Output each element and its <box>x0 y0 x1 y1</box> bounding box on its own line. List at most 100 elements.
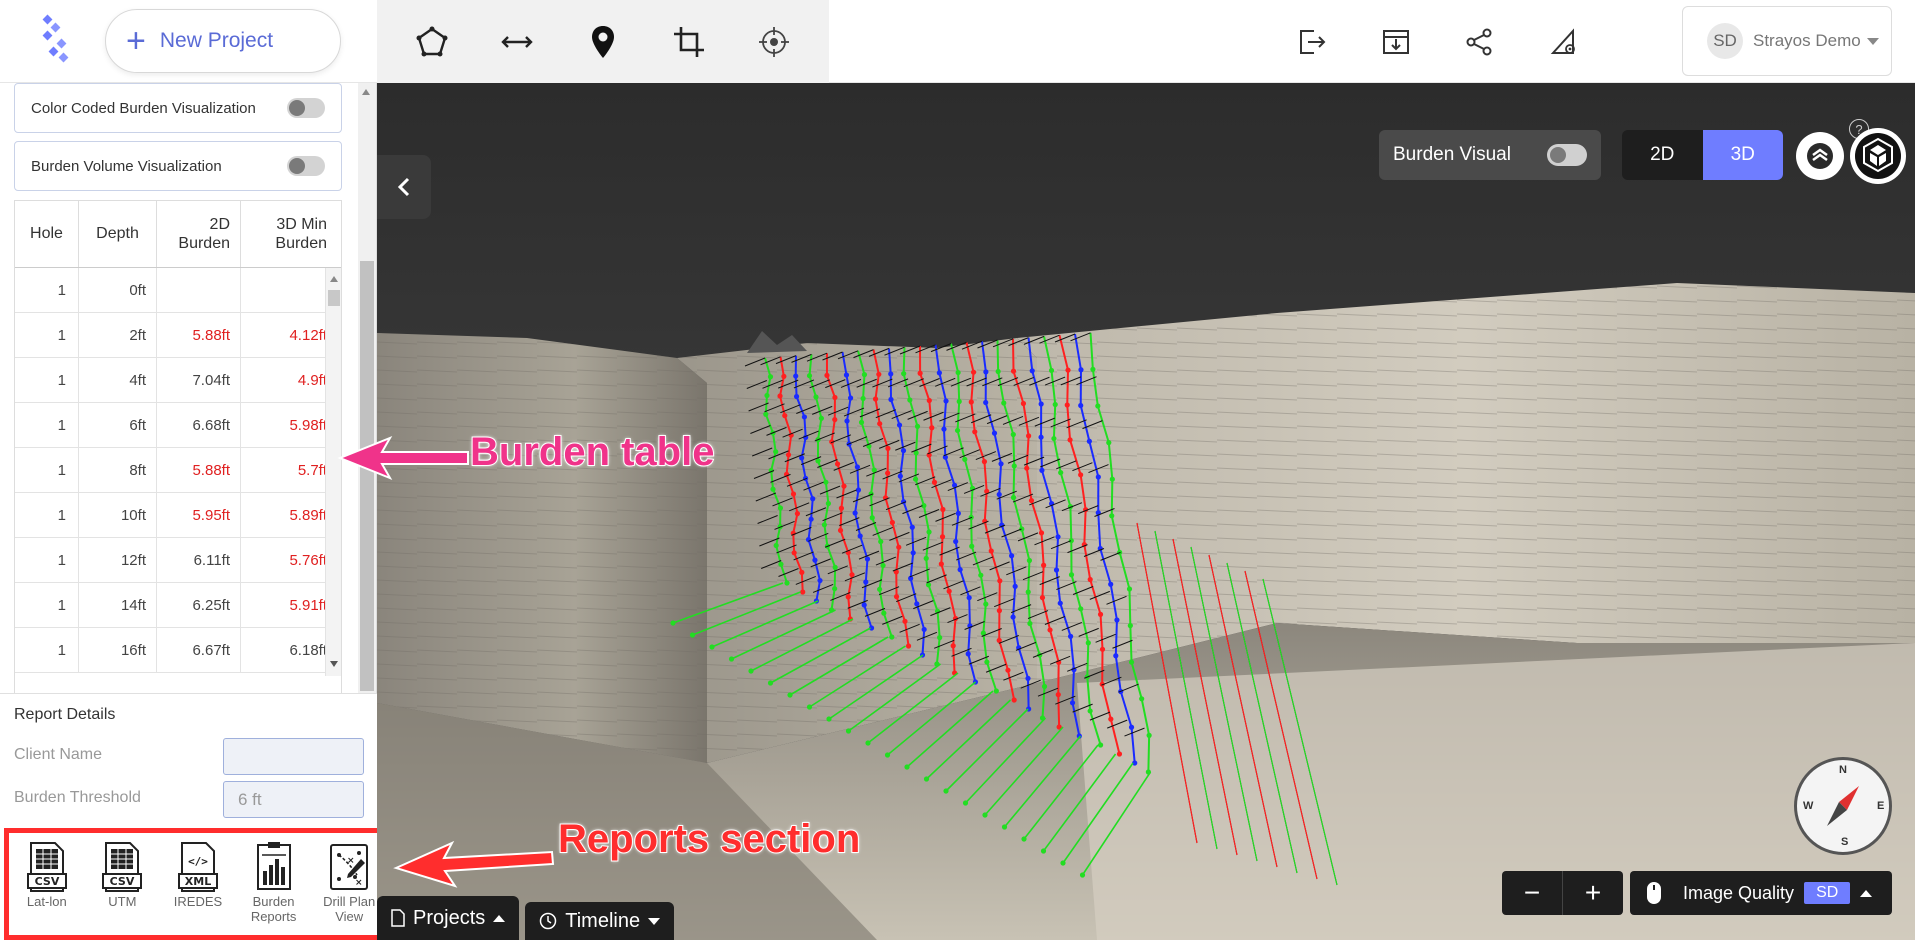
chevron-down-icon <box>1866 37 1879 45</box>
view-2d-button[interactable]: 2D <box>1622 130 1703 180</box>
client-name-label: Client Name <box>14 746 103 763</box>
drill-plan-icon: ×× <box>330 844 369 890</box>
table-header: Hole Depth 2D Burden 3D Min Burden <box>15 201 341 268</box>
new-project-label: New Project <box>159 29 274 52</box>
csv-file-icon: CSV <box>26 842 67 892</box>
burden-visual-switch[interactable] <box>1547 144 1587 166</box>
reports-section-annotation: Reports section <box>557 816 861 862</box>
crop-icon[interactable] <box>665 18 713 66</box>
cell-hole: 1 <box>15 313 79 357</box>
projects-tab[interactable]: Projects <box>377 896 520 940</box>
scroll-down-icon[interactable] <box>330 661 338 667</box>
cell-depth: 8ft <box>79 448 157 492</box>
quarry-3d-model[interactable] <box>377 83 1915 940</box>
zoom-in-button[interactable]: + <box>1563 871 1623 915</box>
burden-threshold-label: Burden Threshold <box>14 789 141 806</box>
table-row[interactable]: 1 14ft 6.25ft 5.91ft <box>15 583 341 628</box>
table-row[interactable]: 1 0ft <box>15 268 341 313</box>
measure-icon[interactable] <box>493 18 541 66</box>
color-coded-burden-switch[interactable] <box>287 98 325 118</box>
cell-2d-burden: 6.68ft <box>157 403 241 447</box>
col-2d-burden[interactable]: 2D Burden <box>157 201 241 267</box>
chevron-up-icon <box>1860 890 1873 897</box>
table-scrollbar[interactable] <box>325 268 341 676</box>
table-body: 1 0ft 1 2ft 5.88ft 4.12ft 1 4ft 7.04ft 4.9ft 1 6ft 6… <box>15 268 341 754</box>
plus-icon: + <box>126 22 146 60</box>
table-row[interactable]: 1 16ft 6.67ft 6.18ft <box>15 628 341 673</box>
report-label: Burden Reports <box>250 894 297 924</box>
clock-icon <box>540 912 557 930</box>
svg-text:×: × <box>347 856 355 866</box>
view-mode-toggle: 2D 3D <box>1622 130 1783 180</box>
table-row[interactable]: 1 10ft 5.95ft 5.89ft <box>15 493 341 538</box>
chevron-up-icon <box>493 914 506 922</box>
zoom-out-button[interactable]: − <box>1502 871 1563 915</box>
cell-2d-burden: 7.04ft <box>157 358 241 402</box>
scroll-up-icon[interactable] <box>330 276 338 282</box>
3d-viewport[interactable]: Burden Visual 2D 3D ? N S E W Projects T… <box>377 83 1915 940</box>
document-icon <box>391 909 405 927</box>
cell-2d-burden: 5.88ft <box>157 448 241 492</box>
table-row[interactable]: 1 2ft 5.88ft 4.12ft <box>15 313 341 358</box>
col-hole[interactable]: Hole <box>15 201 79 267</box>
scroll-up-icon[interactable] <box>362 89 370 95</box>
cell-depth: 2ft <box>79 313 157 357</box>
target-icon[interactable] <box>750 18 798 66</box>
table-scroll-thumb[interactable] <box>328 290 340 306</box>
share-icon[interactable] <box>1458 20 1502 64</box>
cell-2d-burden: 6.67ft <box>157 628 241 672</box>
col-depth[interactable]: Depth <box>79 201 157 267</box>
export-icon[interactable] <box>1290 20 1334 64</box>
cell-2d-burden <box>157 268 241 312</box>
burden-table: Hole Depth 2D Burden 3D Min Burden 1 0ft 1… <box>14 200 342 755</box>
report-iredes-button[interactable]: </> XML IREDES <box>162 841 234 910</box>
table-row[interactable]: 1 12ft 6.11ft 5.76ft <box>15 538 341 583</box>
cell-depth: 12ft <box>79 538 157 582</box>
report-utm-button[interactable]: CSV UTM <box>86 841 158 910</box>
pin-icon[interactable] <box>579 18 627 66</box>
table-row[interactable]: 1 4ft 7.04ft 4.9ft <box>15 358 341 403</box>
chevron-down-icon <box>648 917 661 925</box>
table-row[interactable]: 1 8ft 5.88ft 5.7ft <box>15 448 341 493</box>
report-burden-reports-button[interactable]: Burden Reports <box>238 841 310 925</box>
client-name-input[interactable] <box>223 738 364 775</box>
cell-depth: 6ft <box>79 403 157 447</box>
user-menu[interactable]: SD Strayos Demo <box>1682 6 1892 76</box>
color-coded-burden-toggle-card: Color Coded Burden Visualization <box>14 83 342 133</box>
image-quality-selector[interactable]: Image Quality SD <box>1669 871 1892 915</box>
navigation-button[interactable] <box>1850 128 1906 184</box>
timeline-tab[interactable]: Timeline <box>525 902 675 940</box>
cell-2d-burden: 5.88ft <box>157 313 241 357</box>
download-icon[interactable] <box>1374 20 1418 64</box>
compass[interactable]: N S E W <box>1794 757 1892 855</box>
cell-hole: 1 <box>15 403 79 447</box>
cell-hole: 1 <box>15 358 79 402</box>
cell-hole: 1 <box>15 628 79 672</box>
cell-depth: 14ft <box>79 583 157 627</box>
svg-text:</>: </> <box>188 855 208 868</box>
settings-icon[interactable] <box>1542 20 1586 64</box>
csv-file-icon: CSV <box>102 842 143 892</box>
cell-depth: 10ft <box>79 493 157 537</box>
view-3d-button[interactable]: 3D <box>1702 130 1783 180</box>
new-project-button[interactable]: + New Project <box>105 9 341 73</box>
burden-table-annotation: Burden table <box>469 429 715 475</box>
polygon-icon[interactable] <box>408 18 456 66</box>
layers-button[interactable] <box>1796 132 1844 180</box>
table-row[interactable]: 1 6ft 6.68ft 5.98ft <box>15 403 341 448</box>
burden-volume-switch[interactable] <box>287 156 325 176</box>
burden-threshold-input[interactable]: 6 ft <box>223 781 364 818</box>
sidebar-scroll-thumb[interactable] <box>360 261 374 691</box>
report-label: Drill Plan View <box>323 894 376 924</box>
strayos-logo[interactable] <box>40 14 74 64</box>
col-3d-min-burden[interactable]: 3D Min Burden <box>241 201 341 267</box>
cell-depth: 4ft <box>79 358 157 402</box>
user-name: Strayos Demo <box>1753 31 1861 50</box>
cell-2d-burden: 6.25ft <box>157 583 241 627</box>
svg-text:CSV: CSV <box>34 875 59 888</box>
bottom-tabs: Projects Timeline <box>377 863 675 940</box>
report-label: Lat-lon <box>26 894 67 909</box>
report-lat-lon-button[interactable]: CSV Lat-lon <box>11 841 83 910</box>
report-drill-plan-view-button[interactable]: × × Drill Plan View <box>313 841 385 925</box>
collapse-sidebar-button[interactable] <box>377 155 431 219</box>
